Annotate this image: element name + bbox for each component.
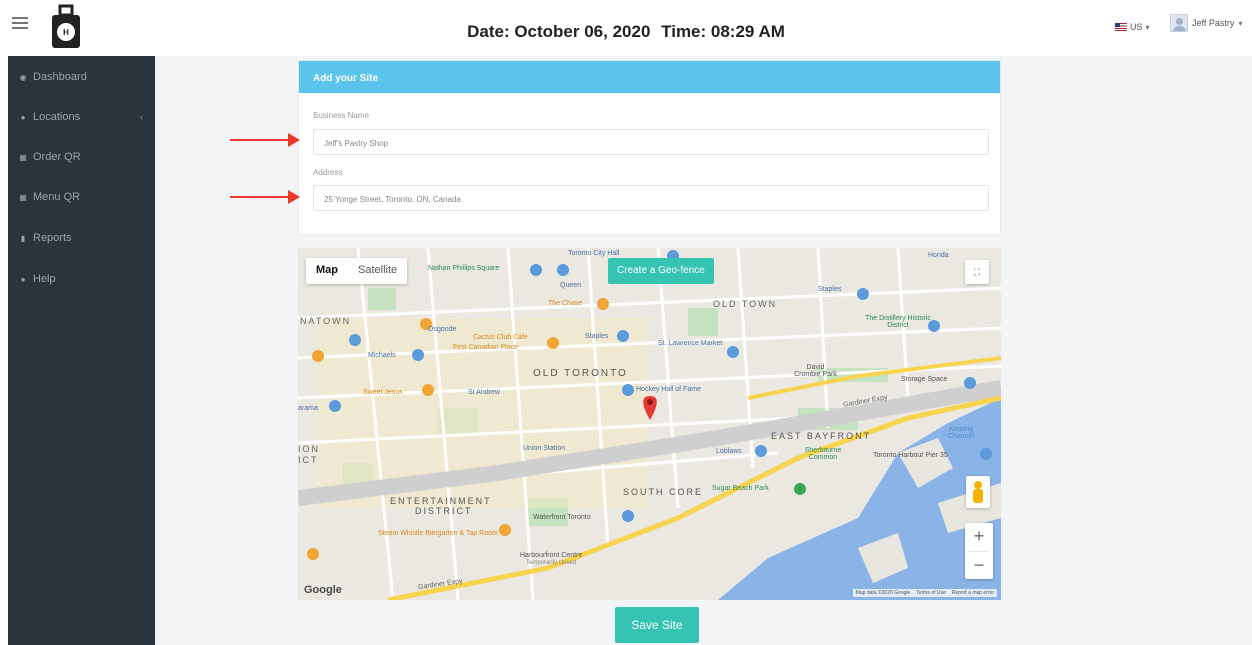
sidebar-item-label: Locations	[33, 111, 81, 123]
business-name-label: Business Name	[313, 111, 370, 120]
sidebar-item-label: Reports	[33, 232, 72, 244]
map-label: Honda	[928, 252, 949, 259]
map-label: DISTRICT	[415, 506, 473, 516]
report-map-error-link[interactable]: Report a map error	[952, 590, 994, 596]
map-view[interactable]: Nathan Phillips Square Toronto City Hall…	[298, 248, 1001, 600]
map-footer: Map data ©2020 Google Terms of Use Repor…	[852, 589, 997, 597]
qr-code-icon: ▦	[19, 152, 27, 162]
map-label: Staples	[585, 333, 609, 340]
map-label: OLD TORONTO	[533, 368, 628, 379]
sidebar-item-label: Menu QR	[33, 191, 81, 203]
map-label: Staples	[818, 286, 842, 293]
sidebar-item-help[interactable]: ● Help	[8, 264, 155, 294]
map-label: NATOWN	[300, 316, 352, 326]
map-label: St Andrew	[468, 389, 500, 396]
map-label: Toronto City Hall	[568, 250, 620, 257]
street-view-pegman-icon[interactable]	[966, 476, 990, 508]
terms-of-use-link[interactable]: Terms of Use	[916, 590, 945, 596]
map-label: St. Lawrence Market	[658, 340, 723, 347]
map-label: Temporarily closed	[526, 560, 577, 566]
map-label: Storage Space	[901, 376, 948, 383]
avatar	[1170, 14, 1188, 32]
us-flag-icon	[1115, 23, 1127, 31]
dashboard-icon: ◉	[19, 72, 27, 82]
create-geofence-button[interactable]: Create a Geo-fence	[608, 258, 714, 284]
zoom-out-button[interactable]: −	[965, 552, 993, 580]
map-label: Queen	[560, 282, 582, 289]
map-label: Waterfront Toronto	[533, 514, 591, 521]
map-label: ICT	[298, 455, 319, 465]
google-logo: Google	[304, 584, 342, 596]
map-label: EAST BAYFRONT	[771, 431, 872, 441]
map-label: The Chase	[548, 300, 583, 307]
address-label: Address	[313, 168, 343, 177]
fullscreen-icon[interactable]: ⛶	[965, 260, 989, 284]
annotation-arrow-icon	[230, 133, 300, 147]
annotation-arrow-icon	[230, 190, 300, 204]
add-site-panel: Add your Site Business Name Jeff's Pastr…	[298, 60, 1001, 235]
map-label: Toronto Harbour Pier 35	[873, 452, 948, 459]
sidebar-item-menu-qr[interactable]: ▦ Menu QR	[8, 182, 155, 212]
language-label: US	[1130, 22, 1143, 32]
map-label: Hockey Hall of Fame	[636, 386, 701, 393]
map-label: ENTERTAINMENT	[390, 496, 492, 506]
map-label: Sweet Jesus	[363, 389, 403, 396]
language-selector[interactable]: US ▾	[1115, 22, 1150, 32]
sidebar-item-reports[interactable]: ▮ Reports	[8, 223, 155, 253]
sidebar-item-locations[interactable]: ● Locations ‹	[8, 102, 155, 132]
date-text: Date: October 06, 2020	[467, 22, 651, 41]
map-label: The Distillery Historic District	[865, 315, 931, 329]
map-canvas	[298, 248, 1001, 600]
sidebar-item-label: Order QR	[33, 151, 81, 163]
map-type-control: Map Satellite	[306, 258, 408, 284]
chevron-left-icon: ‹	[140, 112, 143, 122]
sidebar: ◉ Dashboard ● Locations ‹ ▦ Order QR ▦ M…	[8, 56, 155, 645]
file-icon: ▮	[20, 233, 26, 243]
chevron-down-icon: ▾	[1238, 18, 1243, 28]
save-site-button[interactable]: Save Site	[615, 607, 699, 643]
map-label: Union Station	[523, 445, 566, 452]
date-time-display: Date: October 06, 2020 Time: 08:29 AM	[0, 22, 1252, 42]
qr-code-icon: ▦	[19, 192, 27, 202]
map-label: Michaels	[368, 352, 396, 359]
map-type-map-button[interactable]: Map	[306, 258, 348, 284]
map-label: David Crombie Park	[794, 364, 837, 378]
map-label: Sugar Beach Park	[712, 485, 769, 492]
address-field[interactable]: 25 Yonge Street, Toronto, ON, Canada	[313, 185, 989, 211]
map-label: First Canadian Place	[453, 344, 518, 351]
map-data-credit: Map data ©2020 Google	[855, 590, 911, 596]
question-icon: ●	[20, 274, 26, 284]
sidebar-item-order-qr[interactable]: ▦ Order QR	[8, 142, 155, 172]
map-label: ION	[298, 444, 321, 454]
map-label: Osgoode	[428, 326, 457, 333]
business-name-field[interactable]: Jeff's Pastry Shop	[313, 129, 989, 155]
top-bar: H Date: October 06, 2020 Time: 08:29 AM …	[0, 0, 1252, 56]
map-label: Nathan Phillips Square	[428, 265, 500, 272]
sidebar-item-dashboard[interactable]: ◉ Dashboard	[8, 62, 155, 92]
map-marker-icon: ●	[20, 112, 26, 122]
map-label: Sherbourne Common	[804, 447, 842, 461]
map-label: OLD TOWN	[713, 299, 778, 309]
zoom-control: + −	[965, 523, 993, 579]
user-name: Jeff Pastry	[1192, 18, 1235, 28]
map-label: arama	[298, 405, 318, 412]
sidebar-item-label: Dashboard	[33, 71, 87, 83]
panel-title: Add your Site	[299, 61, 1000, 93]
map-label: Cactus Club Cafe	[473, 334, 528, 341]
time-text: Time: 08:29 AM	[661, 22, 785, 41]
map-type-satellite-button[interactable]: Satellite	[348, 258, 407, 284]
zoom-in-button[interactable]: +	[965, 523, 993, 551]
map-label: Steam Whistle Biergarten & Tap Room	[378, 530, 498, 537]
map-label: Harbourfront Centre	[520, 552, 583, 559]
chevron-down-icon: ▾	[1145, 22, 1150, 32]
map-label: SOUTH CORE	[623, 487, 704, 497]
map-label: Loblaws	[716, 448, 742, 455]
map-label: Keating Channel	[947, 426, 975, 440]
sidebar-item-label: Help	[33, 273, 56, 285]
user-menu[interactable]: Jeff Pastry ▾	[1170, 14, 1242, 32]
